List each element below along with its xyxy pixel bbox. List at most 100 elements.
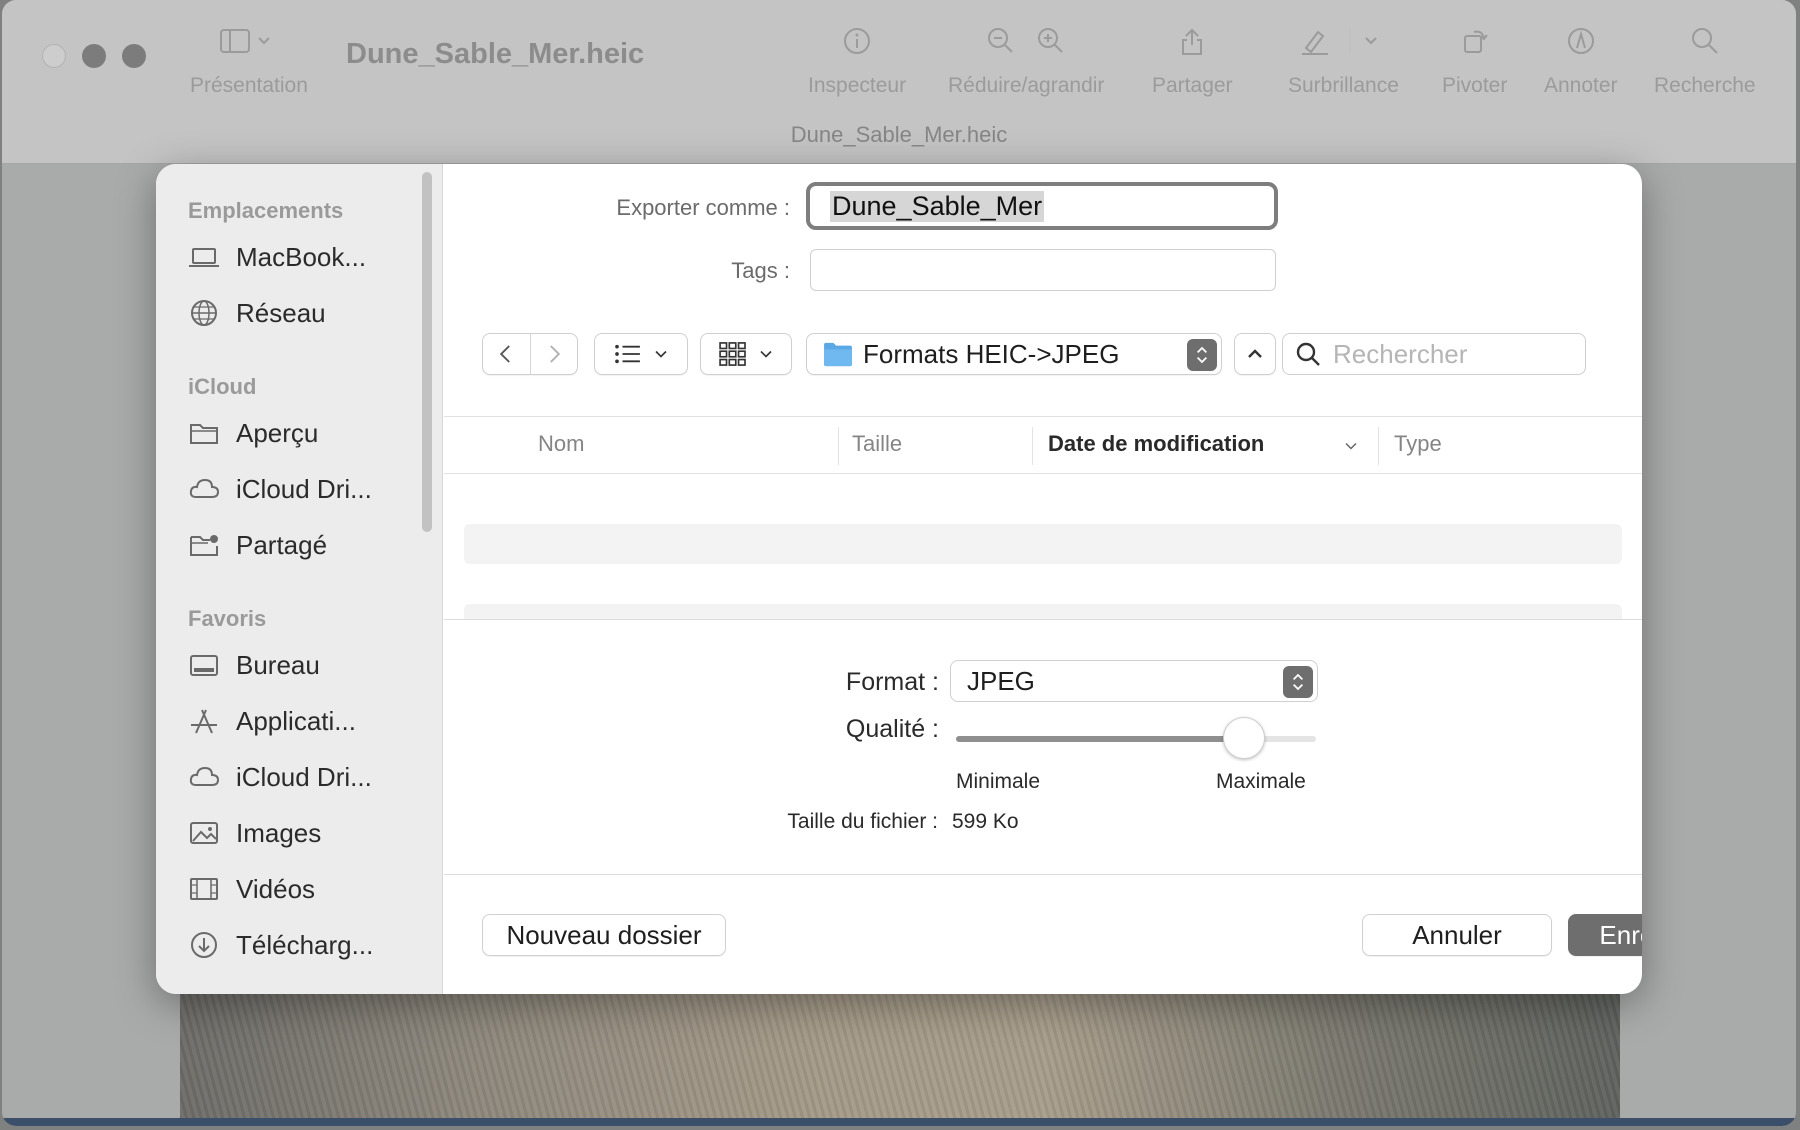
sidebar-item-icloud-drive[interactable]: iCloud Dri... (188, 469, 372, 509)
rotate-button[interactable]: Pivoter (1442, 26, 1507, 98)
inspector-button[interactable]: Inspecteur (808, 26, 906, 98)
sidebar-section-locations: Emplacements (188, 198, 344, 223)
sidebar-item-label: Réseau (236, 297, 326, 328)
sort-chevron-icon (1345, 442, 1357, 450)
folder-icon (188, 417, 220, 449)
sidebar-item-label: Applicati... (236, 705, 356, 736)
cloud-icon (188, 473, 220, 505)
zoom-icons (948, 26, 1104, 66)
search-toolbar-button[interactable]: Recherche (1654, 26, 1756, 98)
sidebar-item-applications[interactable]: Applicati... (188, 701, 356, 741)
highlight-label: Surbrillance (1288, 74, 1399, 97)
minimize-window-button[interactable] (82, 44, 106, 68)
sidebar-item-label: Images (236, 817, 322, 848)
dune-photo (180, 990, 1620, 1126)
sidebar-item-desktop[interactable]: Bureau (188, 645, 320, 685)
format-options: Format : JPEG Qualité : Minimale Maximal… (444, 619, 1642, 875)
share-button[interactable]: Partager (1152, 26, 1233, 98)
file-list[interactable] (444, 474, 1642, 619)
presentation-button[interactable]: Présentation (190, 26, 308, 98)
applications-icon (188, 705, 220, 737)
sidebar-toggle-icon (190, 26, 308, 66)
close-window-button[interactable] (42, 44, 66, 68)
tags-field[interactable] (810, 249, 1276, 291)
list-icon (615, 344, 640, 364)
sidebar-scrollbar[interactable] (422, 172, 432, 532)
share-icon (1152, 26, 1233, 66)
list-view-button[interactable] (594, 333, 688, 375)
format-label: Format : (845, 668, 939, 696)
document-subtitle: Dune_Sable_Mer.heic (790, 122, 1008, 147)
highlight-button[interactable]: Surbrillance (1288, 26, 1399, 98)
sidebar-item-network[interactable]: Réseau (188, 293, 326, 333)
folder-icon (824, 342, 852, 367)
format-stepper (1283, 666, 1313, 698)
chevron-right-icon (549, 345, 560, 363)
filesize-value: 599 Ko (952, 810, 1019, 833)
zoom-button[interactable]: Réduire/agrandir (948, 26, 1104, 98)
sidebar-item-images[interactable]: Images (188, 813, 321, 853)
sidebar-item-label: Aperçu (236, 417, 319, 448)
format-value: JPEG (967, 665, 1035, 696)
cancel-button[interactable]: Annuler (1362, 914, 1552, 956)
highlighter-icon (1288, 26, 1399, 66)
annotate-label: Annoter (1544, 74, 1618, 97)
photo-icon (188, 817, 220, 849)
sidebar-item-label: Télécharg... (236, 929, 374, 960)
quality-label: Qualité : (845, 715, 939, 743)
sidebar-item-shared[interactable]: Partagé (188, 525, 327, 565)
chevron-left-icon (500, 345, 511, 363)
zoom-window-button[interactable] (122, 44, 146, 68)
sidebar-item-label: Vidéos (236, 873, 316, 904)
location-popup[interactable]: Formats HEIC->JPEG (806, 333, 1222, 375)
sidebar-item-label: Bureau (236, 649, 320, 680)
dialog-main: Exporter comme : Dune_Sable_Mer Tags : F… (444, 164, 1642, 994)
rotate-label: Pivoter (1442, 74, 1508, 97)
quality-slider-knob[interactable] (1223, 717, 1265, 759)
annotate-button[interactable]: Annoter (1544, 26, 1618, 98)
new-folder-button[interactable]: Nouveau dossier (482, 914, 726, 956)
location-stepper (1187, 339, 1217, 371)
sidebar-item-macbook[interactable]: MacBook... (188, 237, 366, 277)
column-modified[interactable]: Date de modification (1048, 431, 1264, 457)
export-dialog: Emplacements MacBook... Réseau iCloud Ap… (156, 164, 1642, 994)
film-icon (188, 873, 220, 905)
desktop-icon (188, 649, 220, 681)
inspector-label: Inspecteur (808, 74, 907, 97)
download-icon (188, 929, 220, 961)
sidebar-item-downloads[interactable]: Télécharg... (188, 925, 373, 965)
group-view-button[interactable] (700, 333, 792, 375)
quality-max-label: Maximale (1216, 770, 1306, 793)
search-icon (1296, 342, 1320, 366)
share-label: Partager (1152, 74, 1233, 97)
window-title: Dune_Sable_Mer.heic (346, 38, 645, 70)
search-field[interactable] (1282, 333, 1586, 375)
column-type[interactable]: Type (1394, 431, 1442, 457)
column-name[interactable]: Nom (538, 431, 584, 457)
list-row-stripe (464, 604, 1622, 619)
photo-bottom-strip (2, 1118, 1796, 1126)
export-name-field[interactable]: Dune_Sable_Mer (806, 182, 1278, 230)
laptop-icon (188, 241, 220, 273)
back-button[interactable] (483, 334, 530, 374)
search-input[interactable] (1333, 338, 1563, 370)
collapse-button[interactable] (1234, 333, 1276, 375)
up-down-icon (1293, 673, 1303, 691)
sidebar-item-label: MacBook... (236, 241, 367, 272)
forward-button[interactable] (530, 334, 577, 374)
rotate-icon (1442, 26, 1507, 66)
tags-label: Tags : (731, 258, 790, 283)
sidebar-item-videos[interactable]: Vidéos (188, 869, 315, 909)
history-buttons (482, 333, 578, 375)
save-button[interactable]: Enregistrer (1568, 914, 1642, 956)
format-select[interactable]: JPEG (950, 660, 1318, 702)
search-label: Recherche (1654, 74, 1756, 97)
chevron-up-icon (1248, 349, 1262, 358)
sidebar-item-icloud-drive-fav[interactable]: iCloud Dri... (188, 757, 372, 797)
column-size[interactable]: Taille (852, 431, 902, 457)
grid-icon (719, 342, 746, 366)
filesize-label: Taille du fichier : (787, 810, 938, 833)
search-icon (1654, 26, 1756, 66)
sidebar-item-apercu[interactable]: Aperçu (188, 413, 318, 453)
info-icon (808, 26, 906, 66)
